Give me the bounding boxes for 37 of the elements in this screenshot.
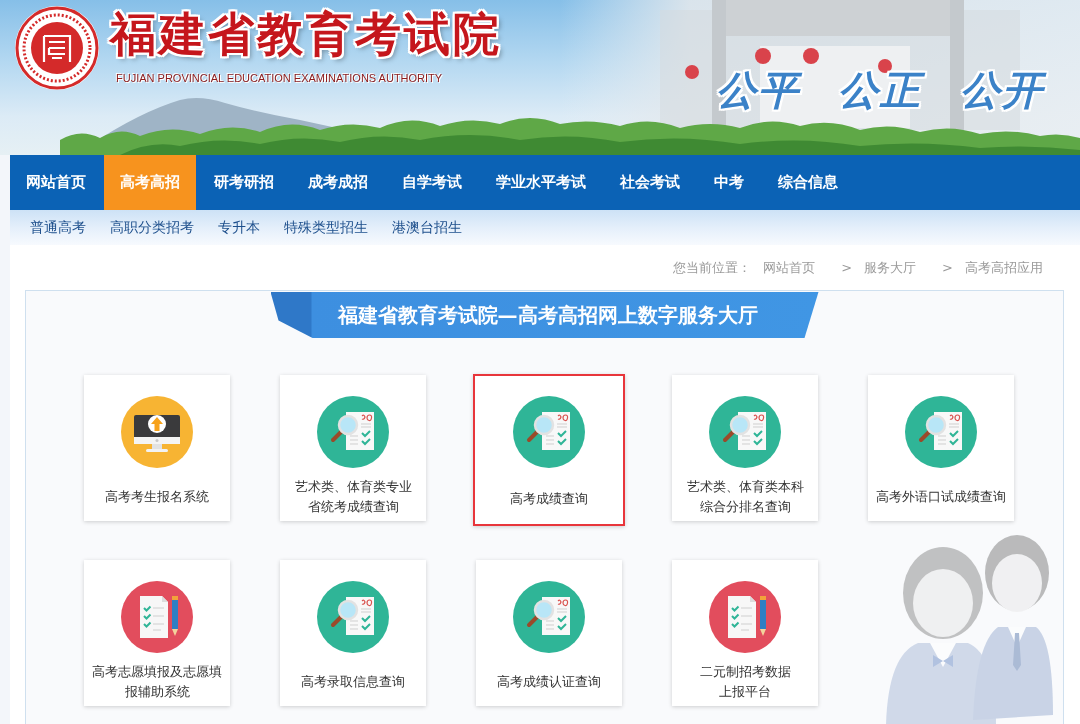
nav-tab[interactable]: 中考 [698, 155, 760, 210]
breadcrumb-label: 您当前位置： [673, 258, 752, 277]
service-card[interactable]: 高考考生报名系统 [84, 375, 230, 521]
service-card[interactable]: 高考外语口试成绩查询 [868, 375, 1014, 521]
magnifier-report-icon [317, 581, 389, 653]
nav-tab[interactable]: 自学考试 [386, 155, 478, 210]
nav-tab[interactable]: 综合信息 [762, 155, 854, 210]
subnav-link[interactable]: 港澳台招生 [392, 218, 462, 237]
breadcrumb-separator: > [841, 260, 853, 275]
magnifier-report-icon [317, 396, 389, 468]
panel-title: 福建省教育考试院—高考高招网上数字服务大厅 [270, 292, 819, 338]
nav-tab[interactable]: 研考研招 [198, 155, 290, 210]
magnifier-report-icon [513, 581, 585, 653]
service-card[interactable]: 高考成绩认证查询 [476, 560, 622, 706]
subnav-link[interactable]: 普通高考 [30, 218, 86, 237]
nav-tab[interactable]: 网站首页 [10, 155, 102, 210]
nav-tab[interactable]: 学业水平考试 [480, 155, 602, 210]
nav-tab[interactable]: 成考成招 [292, 155, 384, 210]
checklist-pencil-icon [709, 581, 781, 653]
subnav-link[interactable]: 高职分类招考 [110, 218, 194, 237]
site-subtitle: FUJIAN PROVINCIAL EDUCATION EXAMINATIONS AUTHORITY [116, 71, 443, 85]
magnifier-report-icon [709, 396, 781, 468]
magnifier-report-icon [905, 396, 977, 468]
subnav-link[interactable]: 专升本 [218, 218, 260, 237]
subnav-link[interactable]: 特殊类型招生 [284, 218, 368, 237]
monitor-upload-icon [121, 396, 193, 468]
checklist-pencil-icon [121, 581, 193, 653]
service-card[interactable]: 艺术类、体育类专业 省统考成绩查询 [280, 375, 426, 521]
service-card[interactable]: 高考录取信息查询 [280, 560, 426, 706]
breadcrumb-separator: > [942, 260, 953, 275]
nav-tab[interactable]: 社会考试 [604, 155, 696, 210]
service-card[interactable]: 二元制招考数据 上报平台 [672, 560, 818, 706]
magnifier-report-icon [513, 396, 585, 468]
service-card[interactable]: 艺术类、体育类本科 综合分排名查询 [672, 375, 818, 521]
service-card[interactable]: 高考志愿填报及志愿填 报辅助系统 [84, 560, 230, 706]
site-title: 福建省教育考试院 [110, 6, 502, 63]
service-card[interactable]: 高考成绩查询 [473, 374, 625, 526]
